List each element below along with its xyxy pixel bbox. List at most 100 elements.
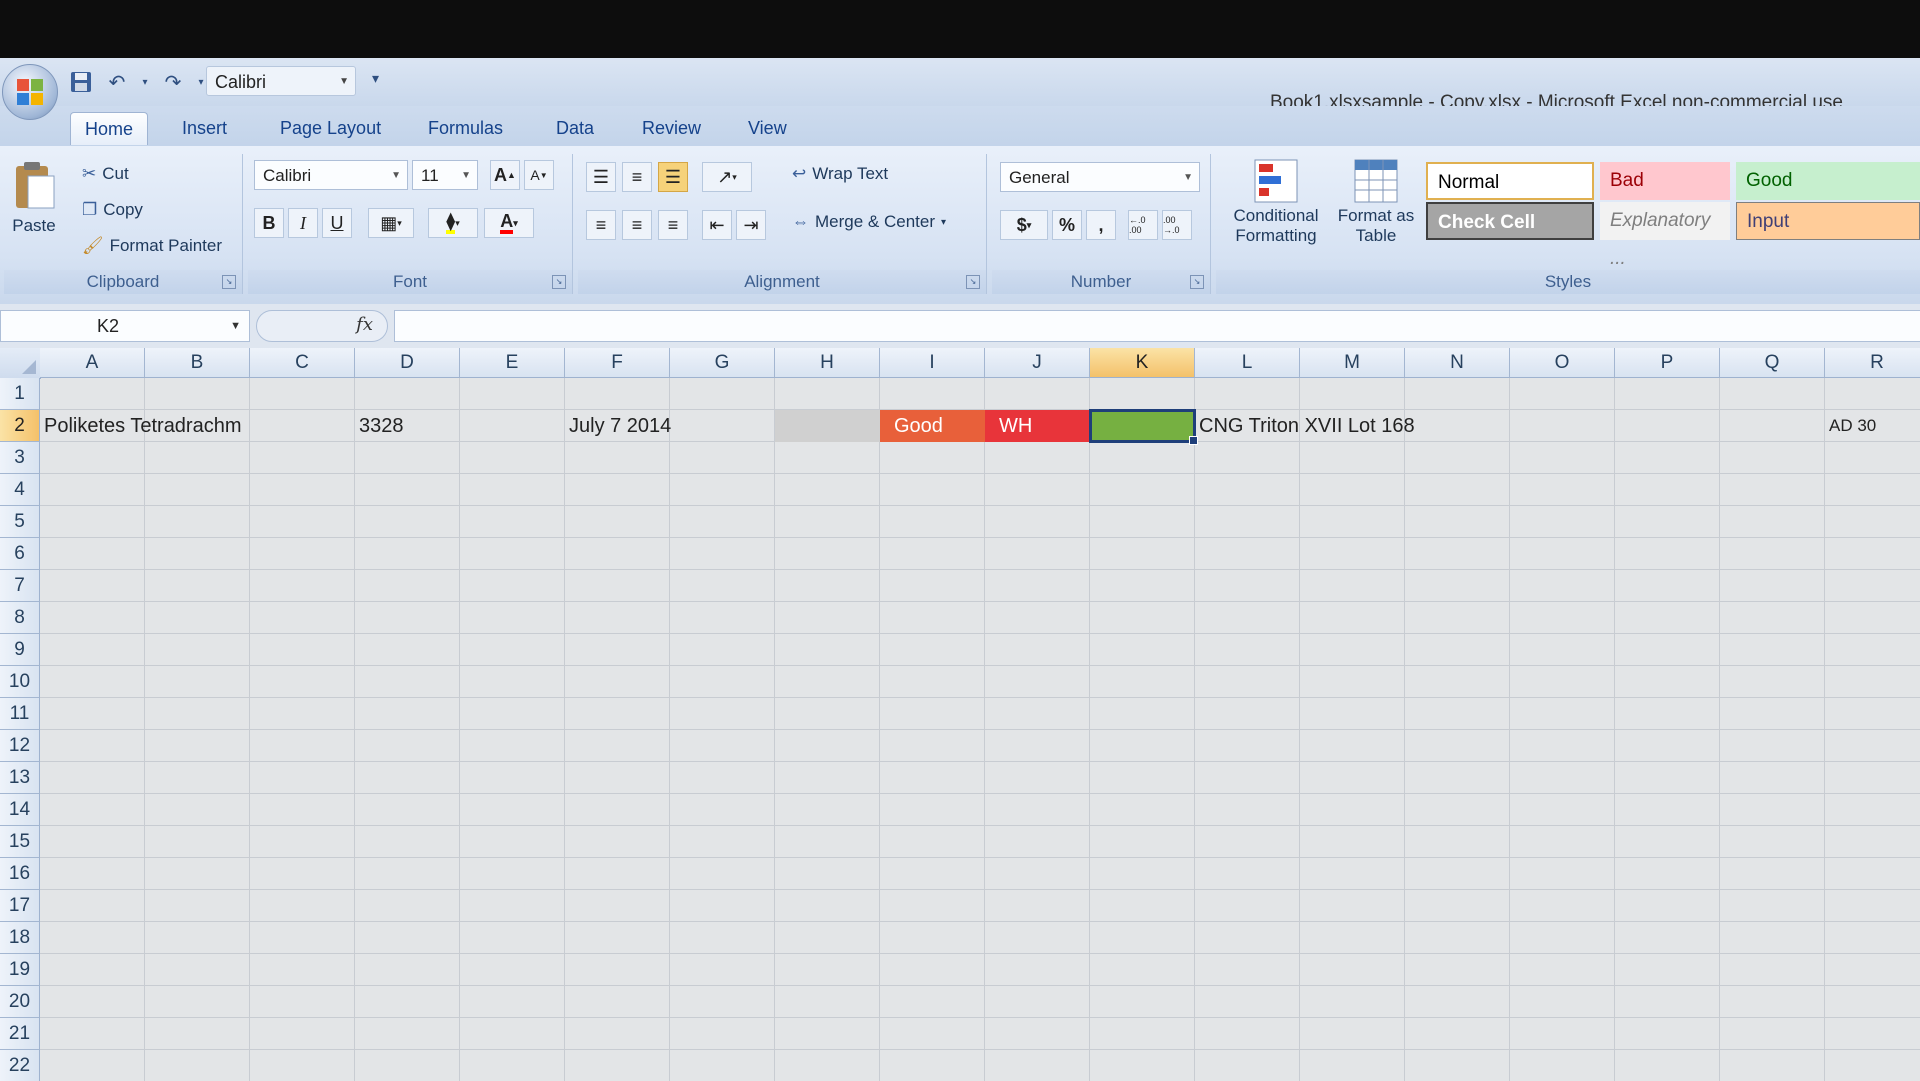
align-left-button[interactable]: ≡: [586, 210, 616, 240]
font-name-combo[interactable]: Calibri ▼: [254, 160, 408, 190]
font-color-button[interactable]: A ▾: [484, 208, 534, 238]
row-header-6[interactable]: 6: [0, 538, 40, 570]
currency-button[interactable]: $ ▾: [1000, 210, 1048, 240]
formula-input[interactable]: [394, 310, 1920, 342]
column-header-k[interactable]: K: [1090, 348, 1195, 378]
cell-fill-h2[interactable]: [775, 410, 880, 442]
cell-i2[interactable]: Good: [880, 410, 985, 442]
column-header-f[interactable]: F: [565, 348, 670, 378]
row-header-2[interactable]: 2: [0, 410, 40, 442]
align-center-button[interactable]: ≡: [622, 210, 652, 240]
select-all-button[interactable]: [0, 348, 41, 379]
column-header-p[interactable]: P: [1615, 348, 1720, 378]
number-launcher-icon[interactable]: ↘: [1190, 275, 1204, 289]
font-size-combo[interactable]: 11 ▼: [412, 160, 478, 190]
cut-button[interactable]: ✂ Cut: [82, 164, 129, 184]
column-header-q[interactable]: Q: [1720, 348, 1825, 378]
qat-font-combo[interactable]: Calibri ▼: [206, 66, 356, 96]
column-header-h[interactable]: H: [775, 348, 880, 378]
grow-font-button[interactable]: A ▲: [490, 160, 520, 190]
orientation-button[interactable]: ↗ ▾: [702, 162, 752, 192]
percent-button[interactable]: %: [1052, 210, 1082, 240]
row-header-8[interactable]: 8: [0, 602, 40, 634]
cell-style-good[interactable]: Good: [1736, 162, 1920, 200]
align-right-button[interactable]: ≡: [658, 210, 688, 240]
column-header-j[interactable]: J: [985, 348, 1090, 378]
number-format-combo[interactable]: General ▼: [1000, 162, 1200, 192]
redo-dropdown-icon[interactable]: ▾: [196, 69, 206, 95]
format-painter-button[interactable]: 🖌 Format Painter: [82, 236, 222, 256]
decrease-indent-button[interactable]: ⇤: [702, 210, 732, 240]
alignment-launcher-icon[interactable]: ↘: [966, 275, 980, 289]
align-bottom-button[interactable]: ☰: [658, 162, 688, 192]
copy-button[interactable]: ❐ Copy: [82, 200, 143, 220]
bold-button[interactable]: B: [254, 208, 284, 238]
fill-handle[interactable]: [1189, 436, 1198, 445]
cell-style-check-cell[interactable]: Check Cell: [1426, 202, 1594, 240]
column-header-o[interactable]: O: [1510, 348, 1615, 378]
borders-button[interactable]: ▦ ▾: [368, 208, 414, 238]
conditional-formatting-button[interactable]: Conditional Formatting: [1226, 158, 1326, 246]
row-header-10[interactable]: 10: [0, 666, 40, 698]
tab-page-layout[interactable]: Page Layout: [266, 112, 395, 144]
row-header-22[interactable]: 22: [0, 1050, 40, 1081]
fill-color-button[interactable]: ⧫ ▾: [428, 208, 478, 238]
row-header-16[interactable]: 16: [0, 858, 40, 890]
row-header-3[interactable]: 3: [0, 442, 40, 474]
tab-home[interactable]: Home: [70, 112, 149, 145]
cell-f2[interactable]: July 7 2014: [565, 410, 671, 442]
column-header-a[interactable]: A: [40, 348, 145, 378]
column-header-r[interactable]: R: [1825, 348, 1920, 378]
cell-area[interactable]: Poliketes Tetradrachm 3328 July 7 2014 Good…: [40, 378, 1920, 1081]
merge-center-button[interactable]: ⇔ Merge & Center ▾: [792, 212, 946, 232]
cell-style-explanatory[interactable]: Explanatory ...: [1600, 202, 1730, 269]
format-as-table-button[interactable]: Format as Table: [1334, 158, 1418, 246]
office-button[interactable]: [2, 64, 58, 120]
italic-button[interactable]: I: [288, 208, 318, 238]
wrap-text-button[interactable]: ↩ Wrap Text: [792, 164, 888, 184]
shrink-font-button[interactable]: A ▼: [524, 160, 554, 190]
cell-j2[interactable]: WH: [985, 410, 1090, 442]
align-top-button[interactable]: ☰: [586, 162, 616, 192]
row-header-7[interactable]: 7: [0, 570, 40, 602]
undo-dropdown-icon[interactable]: ▾: [140, 69, 150, 95]
cell-style-normal[interactable]: Normal: [1426, 162, 1594, 200]
row-header-12[interactable]: 12: [0, 730, 40, 762]
column-header-m[interactable]: M: [1300, 348, 1405, 378]
tab-view[interactable]: View: [734, 112, 801, 144]
row-header-20[interactable]: 20: [0, 986, 40, 1018]
row-header-21[interactable]: 21: [0, 1018, 40, 1050]
comma-button[interactable]: ,: [1086, 210, 1116, 240]
column-header-g[interactable]: G: [670, 348, 775, 378]
cell-d2[interactable]: 3328: [355, 410, 404, 442]
column-header-i[interactable]: I: [880, 348, 985, 378]
save-icon[interactable]: [68, 69, 94, 95]
align-middle-button[interactable]: ≡: [622, 162, 652, 192]
cell-style-bad[interactable]: Bad: [1600, 162, 1730, 200]
row-header-13[interactable]: 13: [0, 762, 40, 794]
undo-icon[interactable]: ↶: [104, 69, 130, 95]
column-header-c[interactable]: C: [250, 348, 355, 378]
increase-decimal-button[interactable]: ←.0 .00: [1128, 210, 1158, 240]
worksheet-grid[interactable]: ABCDEFGHIJKLMNOPQRS 12345678910111213141…: [0, 348, 1920, 1081]
tab-data[interactable]: Data: [542, 112, 608, 144]
cell-l2[interactable]: CNG Triton XVII Lot 168: [1195, 410, 1415, 442]
tab-formulas[interactable]: Formulas: [414, 112, 517, 144]
insert-function-button[interactable]: fx: [256, 310, 388, 342]
name-box[interactable]: K2 ▼: [0, 310, 250, 342]
column-header-b[interactable]: B: [145, 348, 250, 378]
tab-insert[interactable]: Insert: [168, 112, 241, 144]
cell-a2[interactable]: Poliketes Tetradrachm: [40, 410, 242, 442]
cell-r2[interactable]: AD 30: [1825, 410, 1876, 442]
clipboard-launcher-icon[interactable]: ↘: [222, 275, 236, 289]
row-header-19[interactable]: 19: [0, 954, 40, 986]
column-header-d[interactable]: D: [355, 348, 460, 378]
row-header-5[interactable]: 5: [0, 506, 40, 538]
row-header-17[interactable]: 17: [0, 890, 40, 922]
paste-button[interactable]: Paste: [12, 160, 56, 236]
decrease-decimal-button[interactable]: .00 →.0: [1162, 210, 1192, 240]
column-header-n[interactable]: N: [1405, 348, 1510, 378]
increase-indent-button[interactable]: ⇥: [736, 210, 766, 240]
row-header-15[interactable]: 15: [0, 826, 40, 858]
row-header-4[interactable]: 4: [0, 474, 40, 506]
